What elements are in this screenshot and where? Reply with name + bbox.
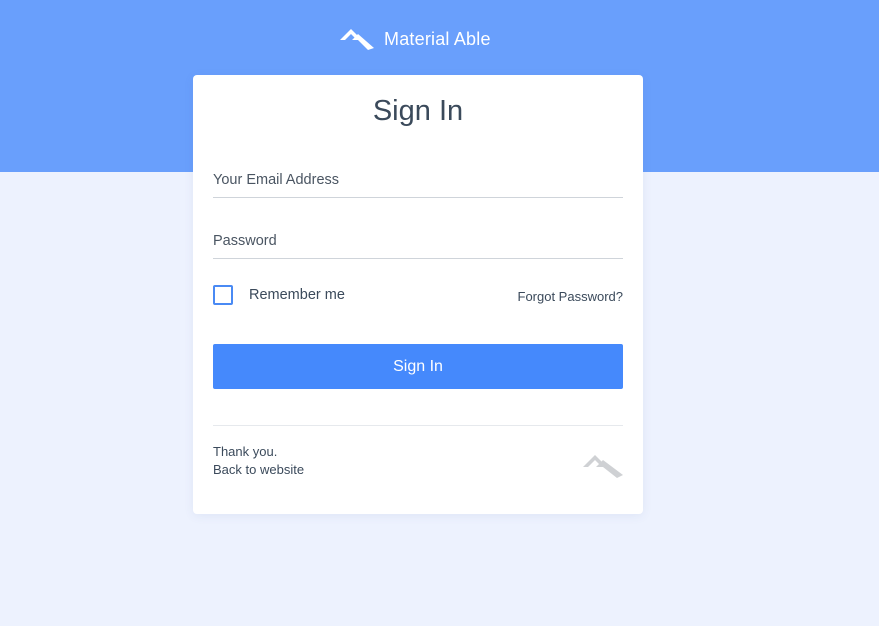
remember-me-label: Remember me bbox=[249, 287, 345, 303]
mountain-logo-icon bbox=[583, 455, 623, 478]
footer-text: Thank you. Back to website bbox=[213, 443, 304, 479]
divider bbox=[213, 425, 623, 426]
remember-me-toggle[interactable]: Remember me bbox=[213, 285, 345, 305]
thank-you-text: Thank you. bbox=[213, 444, 278, 459]
password-field[interactable] bbox=[213, 229, 623, 259]
login-page: Material Able Sign In Remember me Forgot… bbox=[0, 0, 879, 626]
forgot-password-link[interactable]: Forgot Password? bbox=[518, 289, 624, 304]
email-field[interactable] bbox=[213, 168, 623, 198]
footer-logo bbox=[583, 451, 623, 479]
back-to-website-link[interactable]: Back to website bbox=[213, 462, 304, 477]
mountain-logo-icon bbox=[340, 29, 374, 50]
brand: Material Able bbox=[339, 26, 491, 52]
sign-in-button[interactable]: Sign In bbox=[213, 344, 623, 389]
login-card: Sign In Remember me Forgot Password? Sig… bbox=[193, 75, 643, 514]
brand-name: Material Able bbox=[384, 28, 491, 49]
remember-me-checkbox[interactable] bbox=[213, 285, 233, 305]
page-title: Sign In bbox=[372, 95, 464, 127]
